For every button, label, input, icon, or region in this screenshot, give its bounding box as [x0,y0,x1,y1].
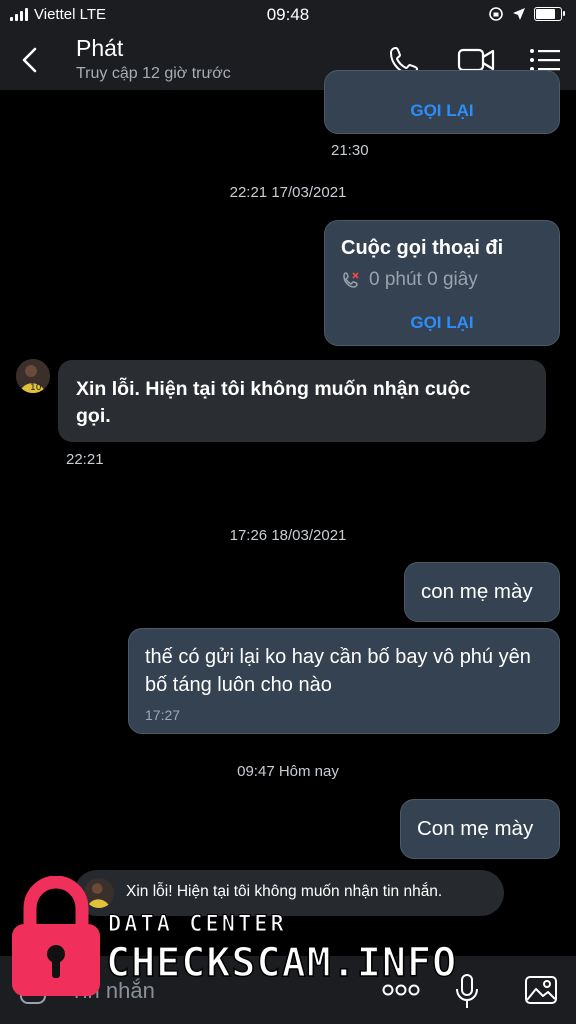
image-icon[interactable] [524,974,558,1006]
call-bubble-previous: GỌI LẠI [324,70,560,134]
call-title: Cuộc gọi thoại đi [341,237,504,259]
missed-call-icon [343,272,359,288]
message-time: 17:27 [145,707,181,723]
last-seen-status: Truy cập 12 giờ trước [76,65,231,82]
watermark-subtitle: DATA CENTER [108,912,287,938]
back-icon[interactable] [18,44,42,76]
message-list[interactable]: GỌI LẠI 21:30 22:21 17/03/2021 Cuộc gọi … [0,70,576,956]
outgoing-message[interactable]: Con mẹ mày [400,799,560,859]
message-text: thế có gửi lại ko hay cần bố bay vô phú … [145,646,531,696]
contact-avatar[interactable]: 10 [16,359,50,393]
status-bar: Viettel LTE 09:48 [0,0,576,30]
date-separator: 17:26 18/03/2021 [229,527,347,544]
mic-icon[interactable] [454,972,480,1012]
recall-button[interactable]: GỌI LẠI [325,313,559,333]
orientation-lock-icon [489,7,503,21]
auto-reply-notice: Xin lỗi! Hiện tại tôi không muốn nhận ti… [74,870,504,916]
incoming-message[interactable]: Xin lỗi. Hiện tại tôi không muốn nhận cu… [58,360,546,442]
watermark-title: CHECKSCAM.INFO [105,939,458,987]
date-separator: 22:21 17/03/2021 [229,184,347,201]
recall-button[interactable]: GỌI LẠI [325,101,559,121]
battery-icon [534,7,565,21]
svg-text:10: 10 [30,383,42,393]
outgoing-message[interactable]: thế có gửi lại ko hay cần bố bay vô phú … [128,628,560,734]
notice-text: Xin lỗi! Hiện tại tôi không muốn nhận ti… [126,883,443,900]
lock-icon [12,876,100,996]
call-bubble: Cuộc gọi thoại đi 0 phút 0 giây GỌI LẠI [324,220,560,346]
message-time: 22:21 [66,451,104,468]
location-icon [513,8,525,20]
date-separator: 09:47 Hôm nay [237,763,339,780]
message-time: 21:30 [331,142,369,159]
message-text: Xin lỗi. Hiện tại tôi không muốn nhận cu… [76,378,471,427]
call-duration: 0 phút 0 giây [369,269,478,290]
message-text: con mẹ mày [421,580,533,603]
message-text: Con mẹ mày [417,817,534,840]
outgoing-message[interactable]: con mẹ mày [404,562,560,622]
contact-name[interactable]: Phát [76,35,123,62]
